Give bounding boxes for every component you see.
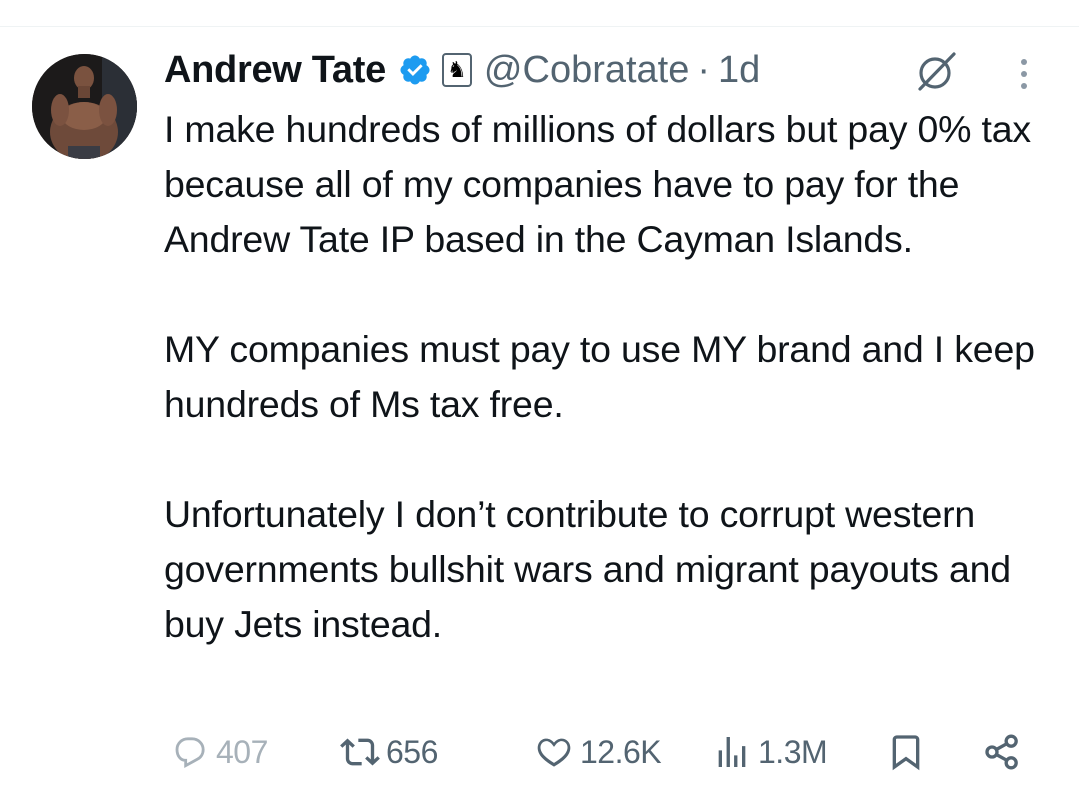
verified-badge-icon	[398, 53, 432, 87]
views-button[interactable]: 1.3M	[712, 724, 828, 780]
share-icon	[985, 734, 1018, 770]
tweet-timestamp[interactable]: 1d	[718, 49, 760, 92]
retweet-button[interactable]: 656	[340, 724, 438, 780]
tweet-paragraph: I make hundreds of millions of dollars b…	[164, 108, 1031, 260]
author-display-name[interactable]: Andrew Tate	[164, 49, 386, 92]
reply-button[interactable]: 407	[170, 724, 268, 780]
avatar-image	[32, 54, 137, 159]
retweet-icon	[340, 738, 380, 766]
reply-icon	[175, 737, 205, 769]
tweet-text: I make hundreds of millions of dollars b…	[164, 102, 1064, 652]
separator-dot: ·	[697, 48, 711, 91]
more-icon[interactable]	[1014, 56, 1034, 92]
action-bar: 407 656 12.6K 1.3M	[164, 724, 1044, 780]
like-count: 12.6K	[580, 733, 662, 770]
views-icon	[718, 737, 746, 767]
grok-icon[interactable]	[914, 48, 960, 94]
retweet-count: 656	[386, 733, 438, 770]
avatar[interactable]	[32, 54, 137, 159]
share-button[interactable]	[982, 724, 1028, 780]
tweet-header: Andrew Tate ♞ @Cobratate · 1d	[164, 46, 760, 94]
views-count: 1.3M	[758, 733, 828, 770]
affiliate-badge-icon[interactable]: ♞	[441, 53, 472, 87]
reply-count: 407	[216, 733, 268, 770]
bookmark-button[interactable]	[886, 724, 932, 780]
heart-icon	[537, 738, 571, 767]
author-handle[interactable]: @Cobratate	[484, 49, 689, 92]
bookmark-icon	[892, 735, 920, 771]
tweet-paragraph: Unfortunately I don’t contribute to corr…	[164, 493, 1011, 645]
tweet-paragraph: MY companies must pay to use MY brand an…	[164, 328, 1035, 425]
top-divider	[0, 26, 1079, 27]
like-button[interactable]: 12.6K	[534, 724, 662, 780]
